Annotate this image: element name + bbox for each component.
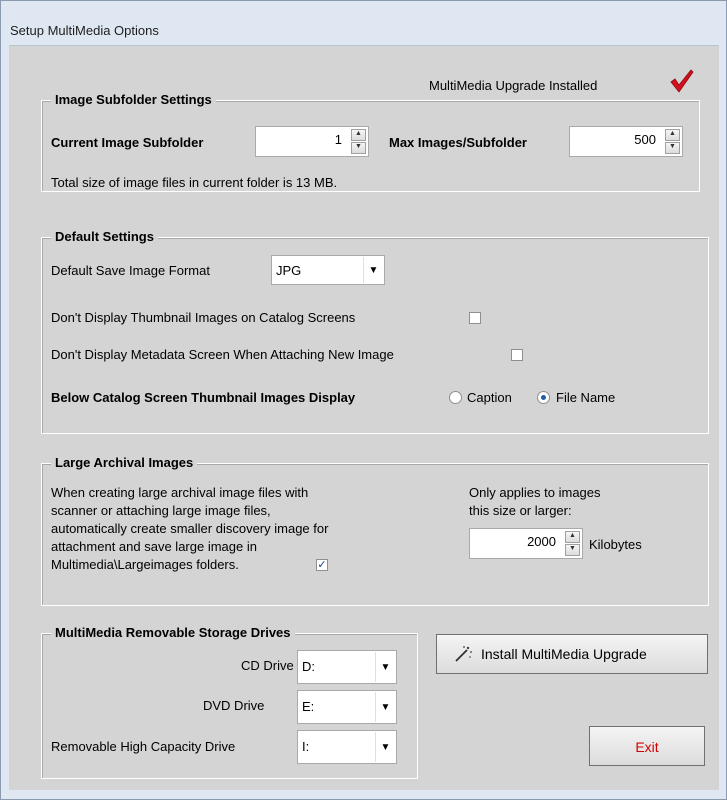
chevron-down-icon[interactable]: ▼ xyxy=(375,692,395,722)
spin-up-icon[interactable]: ▲ xyxy=(665,129,680,141)
max-images-stepper[interactable]: 500 ▲ ▼ xyxy=(569,126,683,157)
dialog-body: MultiMedia Upgrade Installed Image Subfo… xyxy=(9,45,719,790)
applies-line-1: Only applies to images xyxy=(469,485,601,500)
thumb-display-label: Below Catalog Screen Thumbnail Images Di… xyxy=(51,390,356,405)
cd-drive-select[interactable]: D: ▼ xyxy=(297,650,397,684)
applies-line-2: this size or larger: xyxy=(469,503,572,518)
archival-size-stepper[interactable]: 2000 ▲ ▼ xyxy=(469,528,583,559)
archival-description-line: attachment and save large image in xyxy=(51,539,257,554)
magic-wand-icon xyxy=(453,645,473,666)
chevron-down-icon[interactable]: ▼ xyxy=(363,257,383,283)
drives-legend: MultiMedia Removable Storage Drives xyxy=(51,625,295,640)
large-archival-legend: Large Archival Images xyxy=(51,455,198,470)
filename-option-label: File Name xyxy=(556,390,616,405)
spin-up-icon[interactable]: ▲ xyxy=(565,531,580,543)
dvd-drive-select[interactable]: E: ▼ xyxy=(297,690,397,724)
max-images-label: Max Images/Subfolder xyxy=(389,135,527,150)
dvd-drive-value: E: xyxy=(302,699,315,714)
caption-radio[interactable] xyxy=(449,391,462,404)
current-subfolder-spin[interactable]: ▲ ▼ xyxy=(351,129,366,154)
removable-drive-value: I: xyxy=(302,739,310,754)
install-upgrade-label: Install MultiMedia Upgrade xyxy=(481,646,647,662)
chevron-down-icon[interactable]: ▼ xyxy=(375,652,395,682)
exit-button[interactable]: Exit xyxy=(589,726,705,766)
cd-drive-value: D: xyxy=(302,659,315,674)
archival-size-value: 2000 xyxy=(527,534,556,549)
current-subfolder-value: 1 xyxy=(334,132,342,147)
spin-down-icon[interactable]: ▼ xyxy=(565,544,580,556)
image-subfolder-legend: Image Subfolder Settings xyxy=(51,92,216,107)
size-unit-label: Kilobytes xyxy=(589,537,642,552)
save-format-value: JPG xyxy=(276,263,302,278)
archival-size-spin[interactable]: ▲ ▼ xyxy=(565,531,580,556)
archival-description-line: automatically create smaller discovery i… xyxy=(51,521,329,536)
save-format-select[interactable]: JPG ▼ xyxy=(271,255,385,285)
removable-drive-select[interactable]: I: ▼ xyxy=(297,730,397,764)
exit-label: Exit xyxy=(635,739,659,755)
save-format-label: Default Save Image Format xyxy=(51,263,210,278)
current-subfolder-label: Current Image Subfolder xyxy=(51,135,204,150)
no-thumbnails-checkbox[interactable] xyxy=(469,312,481,324)
no-metadata-checkbox[interactable] xyxy=(511,349,523,361)
checkmark-icon xyxy=(669,68,695,99)
removable-drive-label: Removable High Capacity Drive xyxy=(51,739,236,754)
max-images-value: 500 xyxy=(634,132,656,147)
no-metadata-label: Don't Display Metadata Screen When Attac… xyxy=(51,347,394,362)
current-subfolder-stepper[interactable]: 1 ▲ ▼ xyxy=(255,126,369,157)
archival-description-line: scanner or attaching large image files, xyxy=(51,503,271,518)
archival-description-line: When creating large archival image files… xyxy=(51,485,309,500)
filename-radio[interactable] xyxy=(537,391,550,404)
setup-multimedia-window: Setup MultiMedia Options MultiMedia Upgr… xyxy=(0,0,727,800)
caption-option-label: Caption xyxy=(467,390,512,405)
upgrade-installed-label: MultiMedia Upgrade Installed xyxy=(429,78,598,93)
window-title: Setup MultiMedia Options xyxy=(10,23,159,38)
title-bar[interactable]: Setup MultiMedia Options xyxy=(1,1,726,39)
spin-down-icon[interactable]: ▼ xyxy=(351,142,366,154)
cd-drive-label: CD Drive xyxy=(241,658,294,673)
install-upgrade-button[interactable]: Install MultiMedia Upgrade xyxy=(436,634,708,674)
spin-up-icon[interactable]: ▲ xyxy=(351,129,366,141)
no-thumbnails-label: Don't Display Thumbnail Images on Catalo… xyxy=(51,310,356,325)
spin-down-icon[interactable]: ▼ xyxy=(665,142,680,154)
chevron-down-icon[interactable]: ▼ xyxy=(375,732,395,762)
default-settings-legend: Default Settings xyxy=(51,229,158,244)
dvd-drive-label: DVD Drive xyxy=(203,698,265,713)
max-images-spin[interactable]: ▲ ▼ xyxy=(665,129,680,154)
total-size-text: Total size of image files in current fol… xyxy=(51,175,338,190)
archival-enable-checkbox[interactable]: ✓ xyxy=(316,559,328,571)
archival-description-line: Multimedia\Largeimages folders. xyxy=(51,557,239,572)
